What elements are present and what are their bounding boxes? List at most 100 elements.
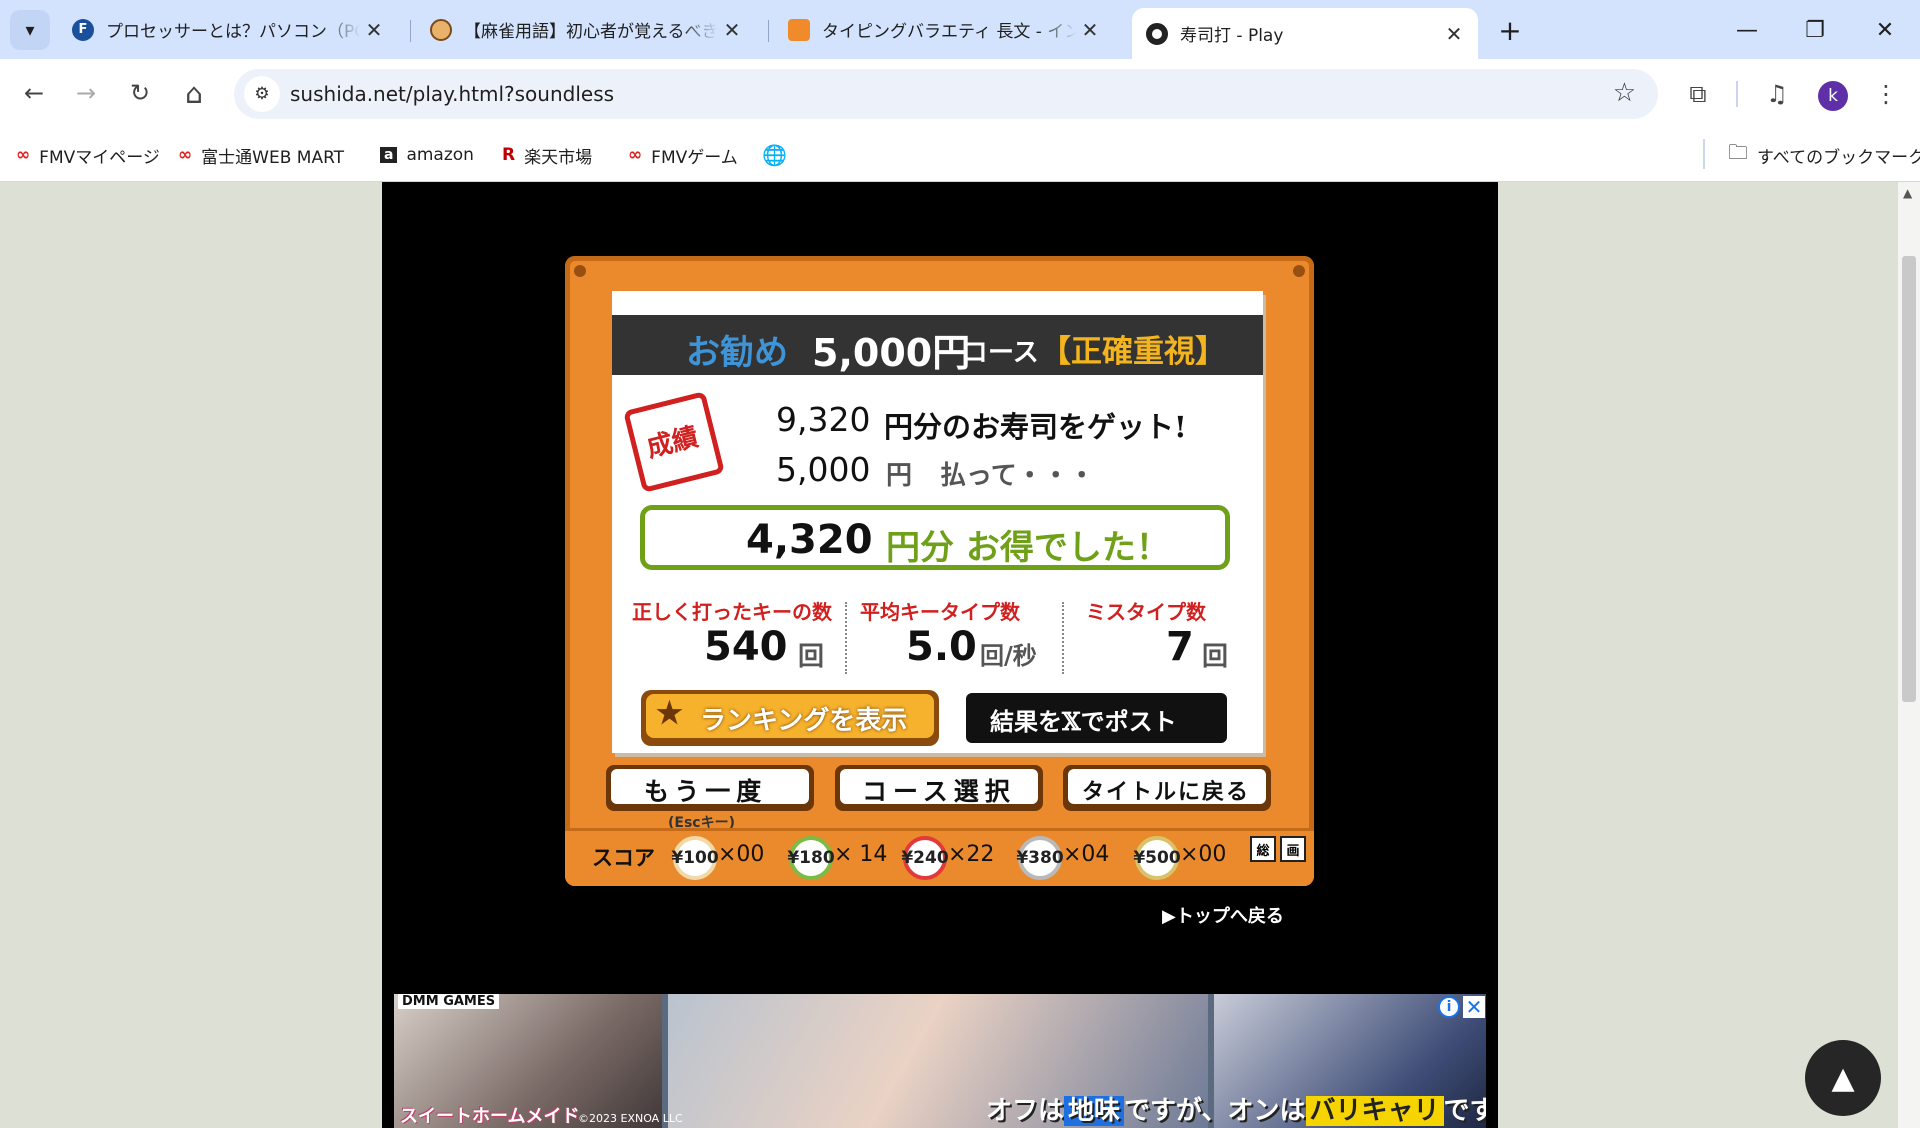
tab-processor[interactable]: F プロセッサーとは？パソコン（PC）の ✕ (58, 8, 398, 51)
paid-unit: 円 (886, 461, 913, 491)
correct-keys-value: 540 (704, 624, 788, 670)
ad-copyright: ©2023 EXNOA LLC (578, 1112, 683, 1125)
bookmark-fmv-game[interactable]: ∞ FMVゲーム (628, 140, 738, 170)
site-info-button[interactable]: ⚙ (244, 76, 280, 112)
rivet (574, 265, 586, 277)
tune-icon: ⚙ (254, 84, 270, 104)
tab-search-button[interactable]: ▾ (10, 10, 50, 50)
paid-amount: 5,000 (776, 450, 871, 489)
arrow-left-icon: ← (23, 79, 45, 107)
tab-separator (768, 20, 769, 42)
new-tab-button[interactable]: + (1492, 12, 1528, 48)
fmv-logo-icon: ∞ (16, 145, 31, 165)
tab-title: プロセッサーとは？パソコン（PC）の (106, 22, 360, 42)
bookmarks-bar: ∞ FMVマイページ ∞ 富士通WEB MART a amazon R 楽天市場 ∞ FM… (0, 129, 1920, 182)
scroll-up-arrow-icon[interactable]: ▲ (1903, 186, 1912, 200)
fmv-logo-icon: ∞ (628, 145, 643, 165)
ad-caption-highlight: バリキャリ (1305, 1096, 1444, 1126)
reload-icon: ↻ (129, 79, 151, 107)
profile-avatar[interactable]: k (1818, 81, 1848, 111)
paid-text: 払って・・・ (940, 461, 1095, 491)
plate-count: ×00 (718, 842, 765, 867)
plus-icon: + (1498, 13, 1522, 47)
earned-amount: 9,320 (776, 400, 871, 439)
bookmark-fmv-mypage[interactable]: ∞ FMVマイページ (16, 140, 160, 170)
close-icon[interactable]: ✕ (1076, 18, 1104, 42)
score-badge: 画 (1280, 836, 1306, 862)
course-recommend-label: お勧め (686, 333, 788, 373)
bookmark-star-icon[interactable]: ☆ (1613, 78, 1636, 108)
tab-sushida[interactable]: 寿司打 - Play ✕ (1132, 8, 1478, 59)
ad-close-icon[interactable]: ✕ (1463, 995, 1485, 1019)
close-icon: ✕ (1875, 17, 1895, 43)
plate-count: ×00 (1180, 842, 1227, 867)
star-icon: ★ (656, 696, 683, 731)
scroll-to-top-button[interactable]: ▲ (1805, 1040, 1881, 1116)
score-label: スコア (592, 845, 655, 870)
bookmark-label: 楽天市場 (524, 147, 593, 168)
minimize-button[interactable]: — (1724, 10, 1770, 50)
close-icon[interactable]: ✕ (1440, 22, 1468, 46)
ad-caption-highlight: 地味 (1064, 1096, 1125, 1126)
restore-button[interactable]: ❐ (1792, 10, 1838, 50)
amazon-logo-icon: a (380, 147, 398, 163)
plate-380: ¥380 (1016, 836, 1064, 880)
stats-divider (845, 602, 847, 674)
bookmark-separator (1703, 139, 1705, 169)
earned-text: 円分のお寿司をゲット! (884, 410, 1187, 444)
menu-button[interactable]: ⋮ (1866, 74, 1906, 114)
bookmark-globe[interactable]: 🌐 (762, 140, 787, 170)
page-scrollbar[interactable]: ▲ (1898, 182, 1920, 1128)
plate-price: ¥180 (787, 848, 835, 868)
stats-divider (1062, 602, 1064, 674)
address-bar[interactable]: ⚙ sushida.net/play.html?soundless ☆ (234, 69, 1658, 119)
mahjong-favicon-icon (430, 18, 452, 41)
ad-game-title: スイートホームメイド (400, 1106, 580, 1127)
plate-price: ¥100 (671, 848, 719, 868)
minimize-icon: — (1736, 17, 1758, 43)
avg-speed-value: 5.0 (906, 624, 977, 670)
tab-typing-variety[interactable]: タイピングバラエティ 長文 - インター ✕ (774, 8, 1114, 51)
browser-toolbar: ← → ↻ ⌂ ⚙ sushida.net/play.html?soundles… (0, 59, 1920, 129)
course-price: 5,000円 (812, 331, 971, 375)
close-window-button[interactable]: ✕ (1862, 10, 1908, 50)
close-icon[interactable]: ✕ (360, 18, 388, 42)
bookmark-label: 富士通WEB MART (201, 147, 345, 168)
media-control-button[interactable]: ♫ (1757, 74, 1797, 114)
ad-info-icon[interactable]: i (1438, 996, 1460, 1018)
reload-button[interactable]: ↻ (120, 73, 160, 113)
home-icon: ⌂ (185, 76, 203, 110)
correct-keys-unit: 回 (798, 642, 825, 672)
home-button[interactable]: ⌂ (174, 73, 214, 113)
url-text[interactable]: sushida.net/play.html?soundless (290, 82, 614, 106)
bookmark-fujitsu-web-mart[interactable]: ∞ 富士通WEB MART (178, 140, 344, 170)
bookmark-rakuten[interactable]: R 楽天市場 (502, 140, 592, 170)
tab-mahjong[interactable]: 【麻雀用語】初心者が覚えるべき基 ✕ (416, 8, 756, 51)
restore-icon: ❐ (1805, 17, 1825, 43)
bookmark-label: amazon (406, 145, 474, 165)
profit-text: 円分 お得でした！ (886, 528, 1170, 568)
extensions-button[interactable]: ⧉ (1678, 74, 1718, 114)
ad-caption: オフは地味ですが、オンはバリキャリです。 (986, 1090, 1486, 1127)
plate-180: ¥180 (787, 836, 835, 880)
score-badge: 総 (1250, 836, 1276, 862)
tab-title: タイピングバラエティ 長文 - インター (822, 22, 1076, 42)
forward-button[interactable]: → (66, 73, 106, 113)
all-bookmarks-button[interactable]: 🗀 すべてのブックマーク (1728, 140, 1920, 170)
scrollbar-thumb[interactable] (1902, 256, 1916, 702)
all-bookmarks-label: すべてのブックマーク (1757, 147, 1920, 168)
media-icon: ♫ (1766, 80, 1788, 108)
ad-caption-text: オフは (986, 1096, 1065, 1126)
advertisement[interactable]: DMM GAMES スイートホームメイド ©2023 EXNOA LLC オフは… (394, 994, 1486, 1128)
miss-unit: 回 (1202, 642, 1229, 672)
back-to-top-link[interactable]: ▶トップへ戻る (1162, 902, 1284, 928)
miss-value: 7 (1166, 624, 1194, 670)
folder-icon: 🗀 (1728, 140, 1748, 164)
rakuten-logo-icon: R (502, 145, 516, 165)
back-button[interactable]: ← (14, 73, 54, 113)
plate-count: × 14 (834, 842, 888, 867)
close-icon[interactable]: ✕ (718, 18, 746, 42)
correct-keys-label: 正しく打ったキーの数 (632, 600, 832, 624)
bookmark-amazon[interactable]: a amazon (380, 140, 474, 170)
arrow-up-icon: ▲ (1831, 1060, 1855, 1096)
